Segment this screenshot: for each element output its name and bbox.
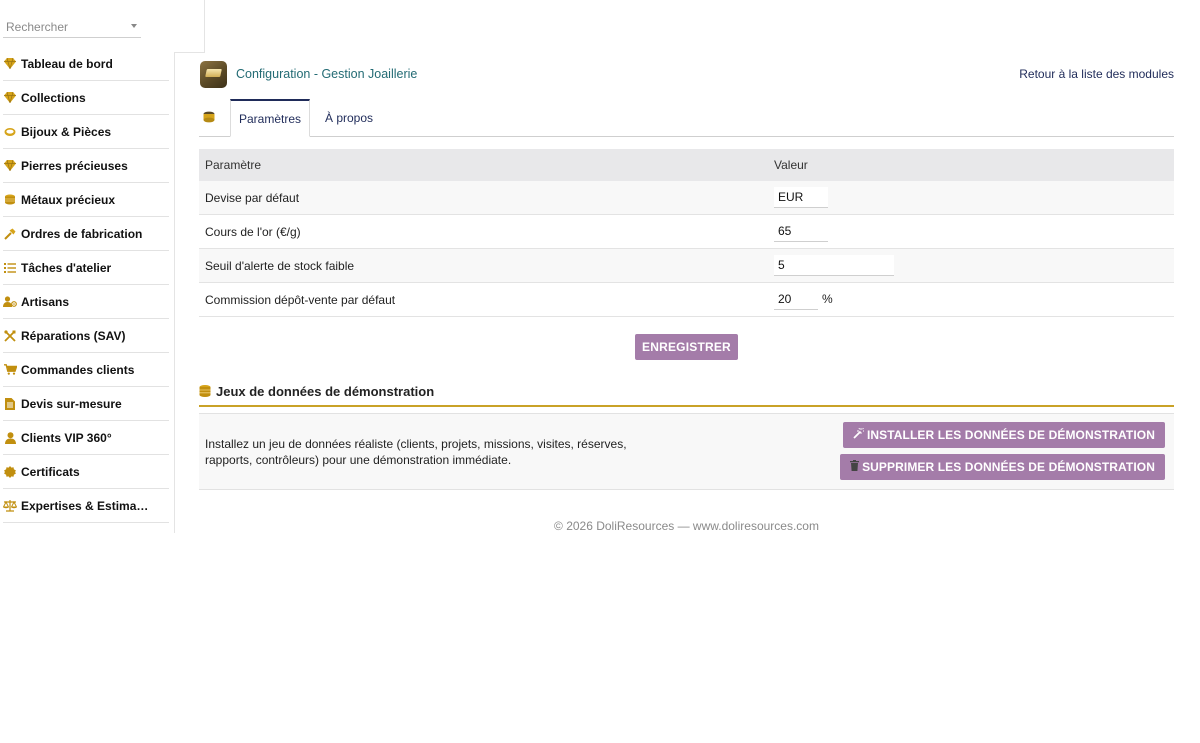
menu-item-certificats[interactable]: Certificats xyxy=(3,455,169,489)
tab-parametres[interactable]: Paramètres xyxy=(230,99,310,137)
top-corner-panel xyxy=(174,0,205,53)
coins-icon xyxy=(3,193,17,207)
menu-item-label: Métaux précieux xyxy=(21,192,116,207)
search-select[interactable]: Rechercher xyxy=(3,17,141,38)
parameters-table: Paramètre Valeur Devise par défaut EUR C… xyxy=(199,149,1174,317)
diamond-icon xyxy=(3,91,17,105)
save-button[interactable]: ENREGISTRER xyxy=(635,334,738,360)
menu-item-collections[interactable]: Collections xyxy=(3,81,169,115)
gold-rate-input[interactable]: 65 xyxy=(774,221,828,242)
demo-panel: Installez un jeu de données réaliste (cl… xyxy=(199,413,1174,490)
menu-item-metaux-precieux[interactable]: Métaux précieux xyxy=(3,183,169,217)
install-demo-data-button[interactable]: INSTALLER LES DONNÉES DE DÉMONSTRATION xyxy=(842,422,1165,448)
table-row: Devise par défaut EUR xyxy=(199,181,1174,215)
delete-demo-data-button[interactable]: SUPPRIMER LES DONNÉES DE DÉMONSTRATION xyxy=(840,454,1165,480)
trash-icon xyxy=(850,460,860,474)
param-label: Cours de l'or (€/g) xyxy=(199,214,768,249)
module-tab-icon xyxy=(203,111,215,123)
menu-item-tableau-de-bord[interactable]: Tableau de bord xyxy=(3,47,169,81)
menu-item-label: Commandes clients xyxy=(21,362,135,377)
menu-item-devis-sur-mesure[interactable]: Devis sur-mesure xyxy=(3,387,169,421)
cart-icon xyxy=(3,363,17,377)
delete-demo-data-label: SUPPRIMER LES DONNÉES DE DÉMONSTRATION xyxy=(862,460,1155,474)
default-currency-input[interactable]: EUR xyxy=(774,187,828,208)
footer-text: © 2026 DoliResources — www.doliresources… xyxy=(554,519,819,533)
module-logo-icon xyxy=(200,61,227,88)
menu-item-label: Tâches d'atelier xyxy=(21,260,112,275)
menu-item-taches-atelier[interactable]: Tâches d'atelier xyxy=(3,251,169,285)
database-icon xyxy=(199,385,211,397)
document-icon xyxy=(3,397,17,411)
menu-item-label: Certificats xyxy=(21,464,80,479)
table-header-row: Paramètre Valeur xyxy=(199,149,1174,181)
main-menu: Tableau de bord Collections Bijoux & Piè… xyxy=(3,47,169,523)
demo-description: Installez un jeu de données réaliste (cl… xyxy=(205,437,627,467)
chevron-down-icon[interactable] xyxy=(131,24,137,28)
param-label: Seuil d'alerte de stock faible xyxy=(199,248,768,283)
user-icon xyxy=(3,431,17,445)
param-value-cell: 20% xyxy=(768,282,1174,317)
param-label: Commission dépôt-vente par défaut xyxy=(199,282,768,317)
diamond-icon xyxy=(3,159,17,173)
scale-icon xyxy=(3,499,17,513)
column-header-valeur: Valeur xyxy=(768,149,1174,181)
table-row: Commission dépôt-vente par défaut 20% xyxy=(199,282,1174,317)
certificate-icon xyxy=(3,465,17,479)
low-stock-threshold-input[interactable]: 5 xyxy=(774,255,894,276)
menu-item-label: Tableau de bord xyxy=(21,56,113,71)
consignment-commission-input[interactable]: 20 xyxy=(774,289,818,310)
param-label: Devise par défaut xyxy=(199,181,768,215)
menu-item-label: Bijoux & Pièces xyxy=(21,124,112,139)
column-header-parametre: Paramètre xyxy=(199,149,768,181)
param-value-cell: 65 xyxy=(768,214,1174,249)
users-gear-icon xyxy=(3,295,17,309)
demo-section-header: Jeux de données de démonstration xyxy=(199,381,1174,407)
menu-item-label: Pierres précieuses xyxy=(21,158,128,173)
menu-item-label: Clients VIP 360° xyxy=(21,430,112,445)
search-placeholder: Rechercher xyxy=(6,20,69,34)
table-row: Cours de l'or (€/g) 65 xyxy=(199,214,1174,249)
menu-item-label: Artisans xyxy=(21,294,70,309)
menu-item-label: Ordres de fabrication xyxy=(21,226,143,241)
percent-unit: % xyxy=(822,292,833,306)
back-to-modules-link[interactable]: Retour à la liste des modules xyxy=(1019,67,1174,81)
menu-item-label: Devis sur-mesure xyxy=(21,396,122,411)
left-menu: Rechercher Tableau de bord Collections B… xyxy=(0,0,175,533)
install-demo-data-label: INSTALLER LES DONNÉES DE DÉMONSTRATION xyxy=(866,428,1155,442)
menu-item-pierres-precieuses[interactable]: Pierres précieuses xyxy=(3,149,169,183)
tab-a-propos[interactable]: À propos xyxy=(325,99,373,136)
magic-wand-icon xyxy=(853,427,864,442)
table-row: Seuil d'alerte de stock faible 5 xyxy=(199,248,1174,283)
list-icon xyxy=(3,261,17,275)
tab-bar: Paramètres À propos xyxy=(199,99,1174,137)
menu-item-reparations-sav[interactable]: Réparations (SAV) xyxy=(3,319,169,353)
menu-item-label: Réparations (SAV) xyxy=(21,328,126,343)
tools-icon xyxy=(3,329,17,343)
menu-item-ordres-de-fabrication[interactable]: Ordres de fabrication xyxy=(3,217,169,251)
param-value-cell: EUR xyxy=(768,181,1174,215)
hammer-icon xyxy=(3,227,17,241)
menu-item-bijoux-pieces[interactable]: Bijoux & Pièces xyxy=(3,115,169,149)
menu-item-clients-vip[interactable]: Clients VIP 360° xyxy=(3,421,169,455)
menu-item-artisans[interactable]: Artisans xyxy=(3,285,169,319)
param-value-cell: 5 xyxy=(768,248,1174,283)
menu-item-expertises-estimations[interactable]: Expertises & Estimat… xyxy=(3,489,169,523)
menu-item-label: Collections xyxy=(21,90,86,105)
diamond-icon xyxy=(3,57,17,71)
demo-section-title: Jeux de données de démonstration xyxy=(216,384,435,399)
menu-item-label: Expertises & Estimat… xyxy=(21,498,149,513)
menu-item-commandes-clients[interactable]: Commandes clients xyxy=(3,353,169,387)
page-title: Configuration - Gestion Joaillerie xyxy=(236,67,418,81)
ring-icon xyxy=(3,125,17,139)
